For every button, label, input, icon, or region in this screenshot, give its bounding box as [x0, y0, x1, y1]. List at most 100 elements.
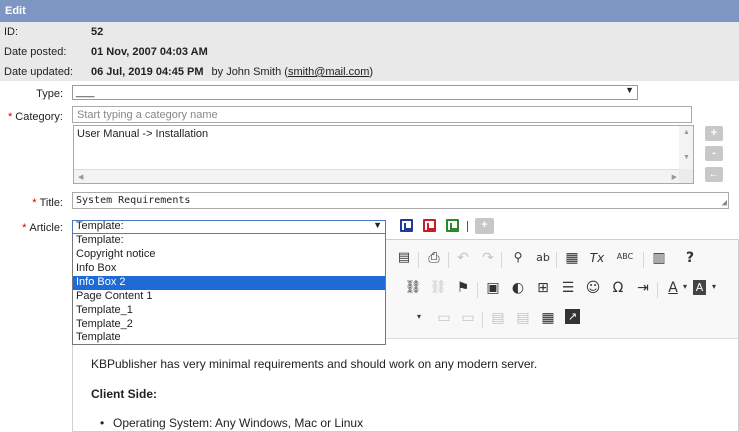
maximize-icon[interactable]: ↗	[565, 309, 580, 324]
template-option-highlighted[interactable]: Info Box 2	[73, 276, 385, 290]
vertical-scrollbar[interactable]: ▲ ▼	[679, 126, 693, 170]
media-icon[interactable]: ▤	[489, 310, 507, 326]
type-select[interactable]: ___ ▼	[72, 85, 638, 100]
scroll-corner	[679, 169, 693, 183]
toolbar-separator	[501, 252, 502, 268]
template-option[interactable]: Page Content 1	[73, 290, 385, 304]
show-blocks-icon[interactable]: ▥	[650, 250, 668, 266]
print-icon[interactable]: ⎙	[425, 250, 443, 266]
paste-word-icon[interactable]: ▦	[563, 250, 581, 266]
required-marker: *	[8, 111, 13, 123]
remove-format-icon[interactable]: Tx	[588, 251, 606, 265]
posted-row: Date posted: 01 Nov, 2007 04:03 AM	[0, 42, 739, 62]
id-row: ID: 52	[0, 22, 739, 42]
hr-icon[interactable]: ☰	[559, 280, 577, 296]
append-template-icon[interactable]	[446, 219, 459, 232]
scroll-right-icon[interactable]: ▶	[672, 173, 677, 181]
editor-content[interactable]: KBPublisher has very minimal requirement…	[73, 340, 738, 432]
toolbar-separator	[467, 221, 468, 232]
toolbar-separator	[418, 252, 419, 268]
required-marker: *	[22, 222, 27, 234]
id-label: ID:	[4, 26, 19, 38]
id-value: 52	[91, 26, 104, 38]
updated-value: 06 Jul, 2019 04:45 PM	[91, 66, 204, 78]
article-label-text: Article:	[29, 222, 63, 234]
template-option[interactable]: Template_1	[73, 304, 385, 318]
delete-icon[interactable]: ▭	[459, 310, 477, 326]
chevron-down-icon[interactable]: ▾	[410, 312, 428, 321]
replace-icon[interactable]: ab	[534, 251, 552, 264]
category-search-input[interactable]: Start typing a category name	[72, 106, 692, 123]
chevron-down-icon[interactable]: ▾	[705, 282, 723, 291]
clear-category-button[interactable]: ←	[705, 167, 723, 182]
toolbar-separator	[448, 252, 449, 268]
add-category-button[interactable]: +	[705, 126, 723, 141]
horizontal-scrollbar[interactable]: ◀ ▶	[74, 169, 681, 183]
remove-category-button[interactable]: -	[705, 146, 723, 161]
pagebreak-icon[interactable]: ⇥	[634, 280, 652, 296]
insert-template-icon[interactable]	[400, 219, 413, 232]
help-icon[interactable]: ?	[681, 250, 699, 266]
link-icon[interactable]: ⛓	[404, 280, 422, 295]
resize-grip-icon[interactable]: ◢	[722, 198, 727, 208]
updated-row: Date updated: 06 Jul, 2019 04:45 PM by Jo…	[0, 62, 739, 82]
scroll-left-icon[interactable]: ◀	[78, 173, 83, 181]
scroll-down-icon[interactable]: ▼	[683, 154, 690, 161]
replace-template-icon[interactable]	[423, 219, 436, 232]
scroll-up-icon[interactable]: ▲	[683, 129, 690, 136]
unlink-icon[interactable]: ⛓	[429, 280, 447, 295]
article-label: * Article:	[1, 222, 63, 234]
template-option[interactable]: Template_2	[73, 318, 385, 332]
category-list-item[interactable]: User Manual -> Installation	[77, 128, 208, 140]
category-label-text: Category:	[15, 111, 63, 123]
redo-icon[interactable]: ↷	[479, 250, 497, 266]
toolbar-separator	[556, 252, 557, 268]
smiley-icon[interactable]: ☺	[584, 280, 602, 296]
template-option[interactable]: Template:	[73, 234, 385, 248]
anchor-icon[interactable]: ⚑	[454, 280, 472, 296]
client-side-heading: Client Side:	[91, 387, 158, 401]
video-icon[interactable]: ▦	[539, 310, 557, 326]
template-icon[interactable]: ▤	[395, 250, 413, 265]
find-icon[interactable]: ⚲	[509, 250, 527, 264]
template-option[interactable]: Info Box	[73, 262, 385, 276]
template-dropdown-list[interactable]: Template: Copyright notice Info Box Info…	[72, 233, 386, 345]
list-item: Operating System: Any Windows, Mac or Li…	[100, 416, 363, 430]
undo-icon[interactable]: ↶	[454, 250, 472, 266]
template-select[interactable]: Template: ▼	[72, 220, 386, 234]
byline-suffix: )	[369, 66, 374, 78]
title-label: * Title:	[1, 197, 63, 209]
posted-value: 01 Nov, 2007 04:03 AM	[91, 46, 208, 58]
type-select-value: ___	[76, 86, 95, 98]
toolbar-separator	[643, 252, 644, 268]
chevron-down-icon: ▼	[373, 220, 382, 230]
iframe-icon[interactable]: ▤	[514, 310, 532, 326]
chevron-down-icon: ▼	[625, 85, 634, 95]
add-template-button[interactable]: +	[475, 218, 494, 234]
posted-label: Date posted:	[4, 46, 67, 58]
template-select-value: Template:	[76, 220, 124, 232]
special-char-icon[interactable]: Ω	[609, 280, 627, 296]
edit-title: Edit	[5, 5, 26, 17]
edit-header: Edit	[0, 0, 739, 22]
type-label-text: Type:	[36, 88, 63, 100]
image-icon[interactable]: ▣	[484, 280, 502, 296]
chevron-down-icon[interactable]: ▾	[676, 282, 694, 291]
record-info: ID: 52 Date posted: 01 Nov, 2007 04:03 A…	[0, 22, 739, 81]
template-option[interactable]: Copyright notice	[73, 248, 385, 262]
category-label: * Category:	[1, 111, 63, 123]
spellcheck-icon[interactable]: ABC	[613, 252, 637, 261]
type-label: Type:	[1, 88, 63, 100]
title-input[interactable]: System Requirements ◢	[72, 192, 729, 209]
category-placeholder: Start typing a category name	[77, 109, 218, 121]
toolbar-separator	[657, 282, 658, 298]
table-icon[interactable]: ⊞	[534, 280, 552, 296]
comment-icon[interactable]: ▭	[435, 310, 453, 326]
author-email-link[interactable]: smith@mail.com	[288, 66, 369, 78]
category-listbox[interactable]: User Manual -> Installation ▲ ▼ ◀ ▶	[73, 125, 694, 184]
flash-icon[interactable]: ◐	[509, 280, 527, 296]
template-option[interactable]: Template	[73, 331, 385, 345]
updated-label: Date updated:	[4, 66, 74, 78]
byline-prefix: by John Smith (	[211, 66, 288, 78]
toolbar-separator	[477, 282, 478, 298]
